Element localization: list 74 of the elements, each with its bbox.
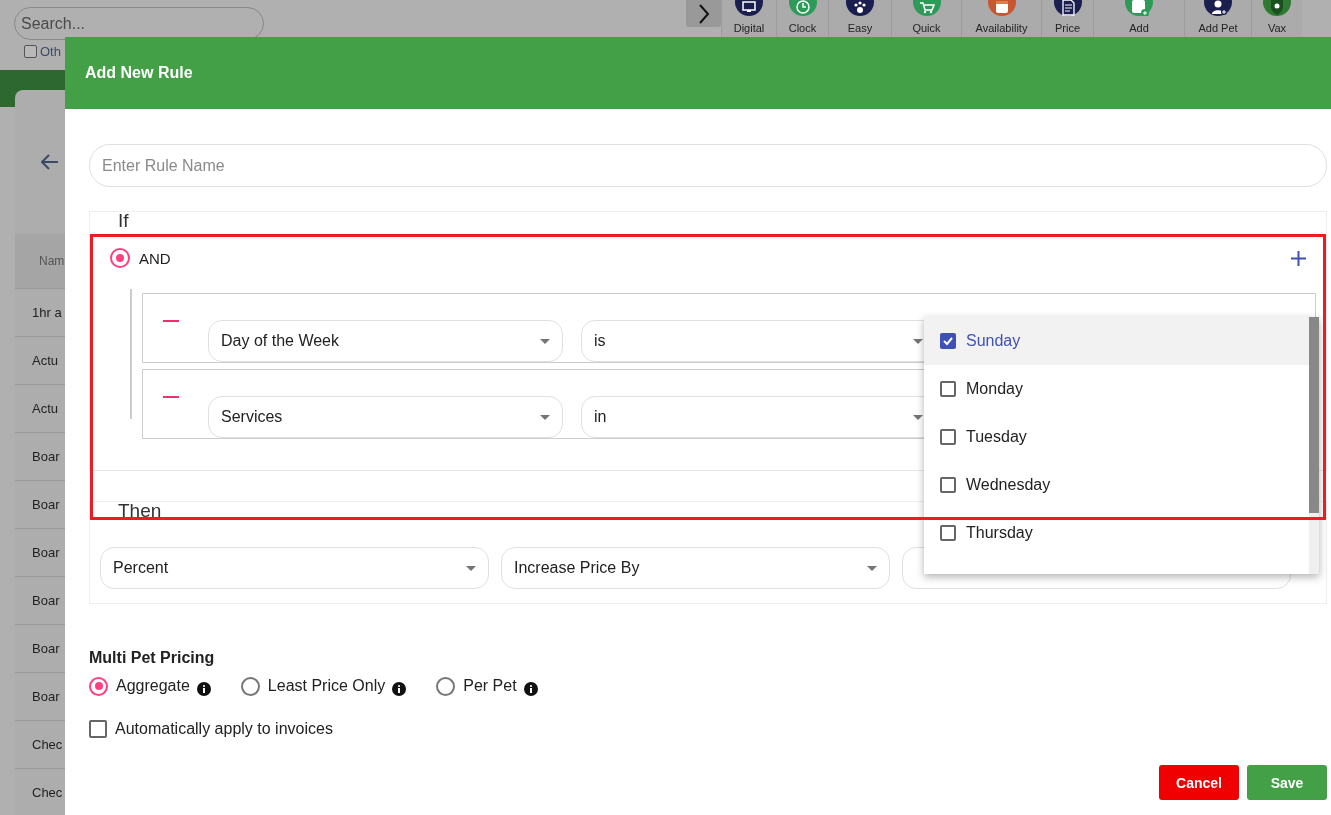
toolbar-button[interactable]: Availability	[961, 0, 1041, 37]
checkbox[interactable]	[24, 45, 37, 58]
plus-icon	[1124, 0, 1154, 16]
menu-option[interactable]: Wednesday	[924, 461, 1309, 509]
expand-button[interactable]	[686, 0, 721, 27]
scrollbar[interactable]	[1309, 317, 1319, 574]
add-icon[interactable]	[1291, 250, 1306, 266]
checkbox-label: Automatically apply to invoices	[115, 720, 333, 738]
dialog-title: Add New Rule	[85, 64, 193, 82]
calendar-icon	[986, 0, 1017, 16]
back-arrow-icon[interactable]	[41, 154, 59, 170]
info-icon	[196, 682, 211, 696]
rule-name-field[interactable]: Enter Rule Name	[89, 144, 1327, 187]
table-cell: Boar	[32, 593, 60, 608]
monitor-icon	[734, 0, 764, 16]
dropdown-caret-icon	[913, 338, 923, 344]
search-field[interactable]: Search...	[14, 7, 264, 40]
checkbox[interactable]	[940, 381, 956, 397]
section-heading: Multi Pet Pricing	[89, 649, 216, 667]
toolbar-button[interactable]: Clock	[776, 0, 828, 37]
radio-button[interactable]	[110, 248, 130, 268]
toolbar-button[interactable]: Price	[1041, 0, 1093, 37]
document-icon	[1052, 0, 1083, 16]
section-label: Then	[118, 502, 162, 520]
table-cell: Boar	[32, 497, 60, 512]
paw-icon	[845, 0, 875, 16]
dropdown-caret-icon	[867, 565, 877, 571]
clock-icon	[787, 0, 818, 16]
info-icon	[392, 682, 407, 696]
dropdown-caret-icon	[540, 414, 550, 420]
table-cell: Chec	[32, 785, 63, 800]
checkbox[interactable]	[940, 477, 956, 493]
table-cell: Boar	[32, 689, 60, 704]
radio-button[interactable]	[240, 676, 260, 696]
select-field[interactable]: Percent	[100, 547, 489, 589]
radio-label: Per Pet	[463, 677, 517, 695]
toolbar-button[interactable]: Quick	[891, 0, 961, 37]
table-cell: Actu	[32, 353, 58, 368]
dropdown-caret-icon	[913, 414, 923, 420]
toolbar-button[interactable]: Vax	[1251, 0, 1302, 37]
section-label: If	[118, 212, 129, 230]
dropdown-caret-icon	[540, 338, 550, 344]
radio-label: Least Price Only	[267, 677, 386, 695]
table-cell: Boar	[32, 449, 60, 464]
chevron-right-icon	[697, 3, 710, 24]
table-cell: Boar	[32, 545, 60, 560]
checkbox-label: Oth	[40, 44, 61, 59]
checkbox[interactable]	[940, 333, 956, 349]
checkbox[interactable]	[940, 525, 956, 541]
select-field[interactable]: Services	[208, 396, 563, 438]
checkbox[interactable]	[89, 720, 107, 738]
radio-label: AND	[139, 249, 172, 267]
select-field[interactable]: Increase Price By	[501, 547, 890, 589]
table-cell: 1hr a	[32, 305, 62, 320]
user-add-icon	[1203, 0, 1233, 16]
radio-label: Aggregate	[116, 677, 190, 695]
column-header: Nam	[39, 254, 65, 268]
info-icon	[523, 682, 538, 696]
shield-icon	[1262, 0, 1292, 16]
toolbar-button[interactable]: Easy	[828, 0, 891, 37]
radio-button[interactable]	[89, 676, 108, 696]
toolbar-button[interactable]: Add Pet	[1184, 0, 1251, 37]
cancel-button[interactable]: Cancel	[1159, 765, 1239, 800]
table-cell: Actu	[32, 401, 58, 416]
menu-option[interactable]: Thursday	[924, 509, 1309, 557]
toolbar-button[interactable]: Digital	[721, 0, 776, 37]
radio-button[interactable]	[436, 676, 456, 696]
table-cell: Chec	[32, 737, 63, 752]
select-field[interactable]: Day of the Week	[208, 320, 563, 362]
toolbar-button[interactable]: Add	[1093, 0, 1184, 37]
cart-icon	[911, 0, 942, 16]
table-cell: Boar	[32, 641, 60, 656]
checkbox[interactable]	[940, 429, 956, 445]
dropdown-caret-icon	[466, 565, 476, 571]
